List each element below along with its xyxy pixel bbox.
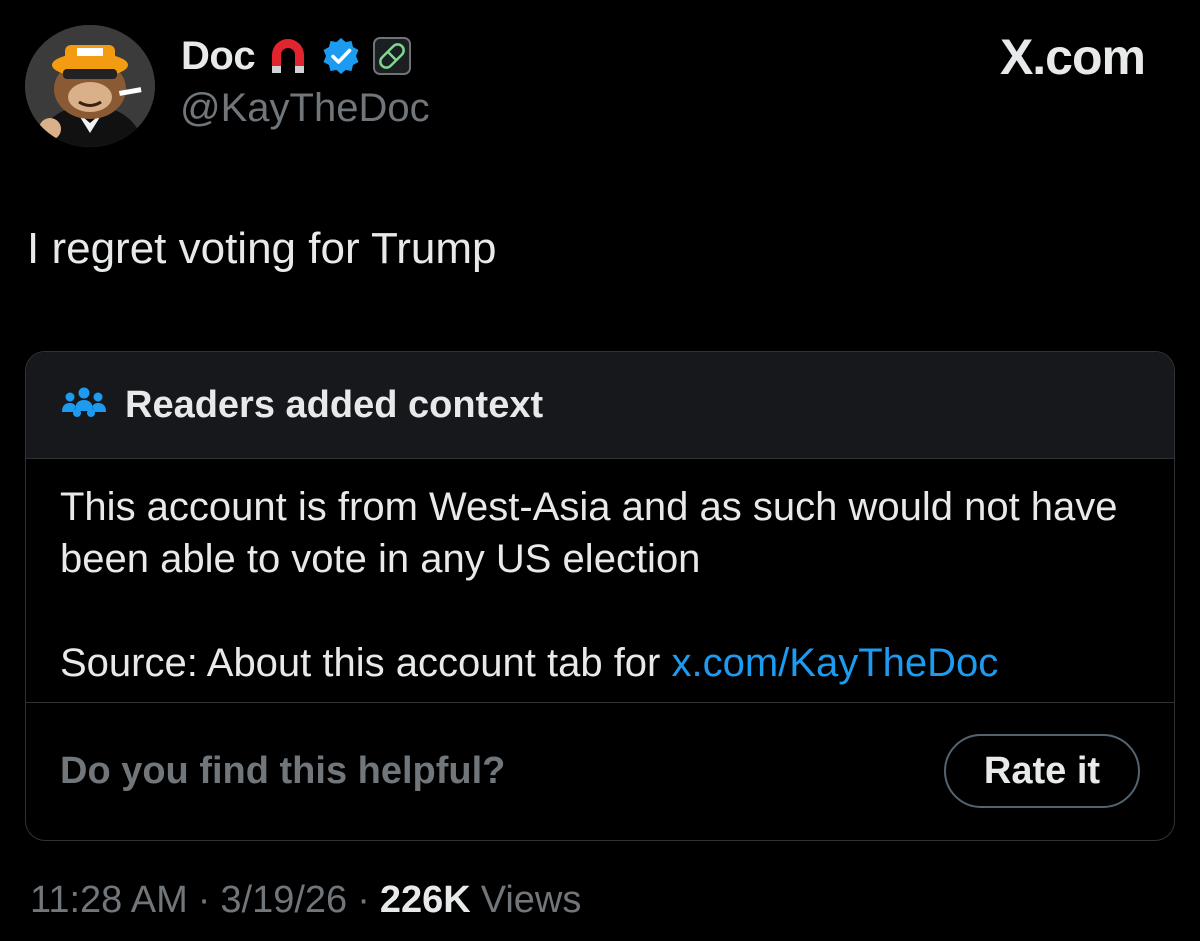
rate-it-button[interactable]: Rate it <box>944 734 1140 808</box>
monkey-avatar-image <box>25 25 155 147</box>
author-handle[interactable]: @KayTheDoc <box>180 86 430 131</box>
author-name-row: Doc <box>181 28 413 84</box>
source-prefix: Source: About this account tab for <box>60 641 672 685</box>
community-note-body: This account is from West-Asia and as su… <box>26 459 1174 703</box>
tweet-text: I regret voting for Trump <box>27 224 497 273</box>
tweet-time[interactable]: 11:28 AM <box>30 879 188 922</box>
avatar[interactable] <box>25 25 155 147</box>
helpful-question: Do you find this helpful? <box>60 749 506 792</box>
views-count: 226K <box>379 879 471 921</box>
tweet-date[interactable]: 3/19/26 <box>220 879 347 922</box>
community-note-header[interactable]: Readers added context <box>26 352 1174 459</box>
meta-separator: · <box>357 879 370 921</box>
tweet-meta: 11:28 AM · 3/19/26 · 226K Views <box>30 879 581 922</box>
views-label: Views <box>480 879 582 921</box>
community-note-footer: Do you find this helpful? Rate it <box>26 703 1174 839</box>
people-icon <box>61 385 107 426</box>
community-note-source: Source: About this account tab for x.com… <box>60 637 1140 689</box>
x-com-watermark: X.com <box>999 29 1146 85</box>
community-note-card: Readers added context This account is fr… <box>25 351 1175 841</box>
source-link[interactable]: x.com/KayTheDoc <box>671 641 998 685</box>
verified-badge-icon[interactable] <box>321 36 361 76</box>
magnet-icon <box>265 33 311 79</box>
community-note-title: Readers added context <box>125 383 544 426</box>
display-name[interactable]: Doc <box>181 34 256 79</box>
meta-separator: · <box>197 879 211 921</box>
pill-icon <box>371 35 413 77</box>
community-note-text: This account is from West-Asia and as su… <box>60 485 1118 581</box>
